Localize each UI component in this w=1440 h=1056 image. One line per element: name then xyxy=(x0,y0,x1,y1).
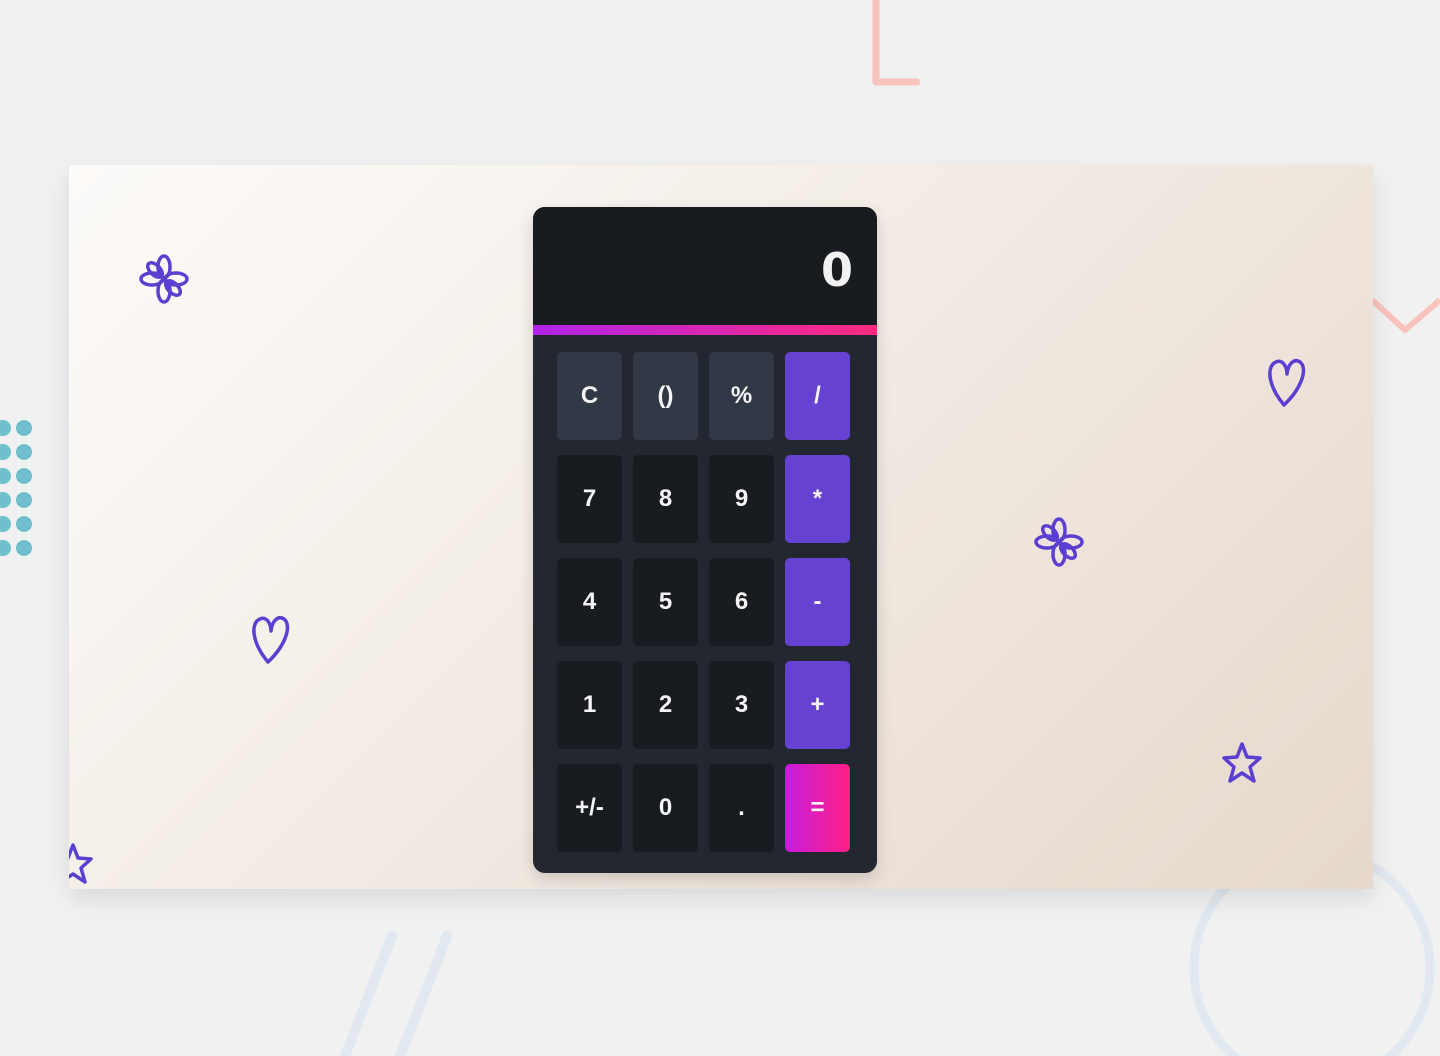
pale-slash-lines xyxy=(340,931,452,1056)
keypad: C()%/ 7 8 9 * 4 5 6- 1 2 3 + +/- 0. = xyxy=(557,352,850,852)
key-divide-button[interactable]: / xyxy=(785,352,850,440)
key-7-button[interactable]: 7 xyxy=(557,455,622,543)
key-0-button[interactable]: 0 xyxy=(633,764,698,852)
star-icon xyxy=(1222,742,1262,783)
display-accent-bar xyxy=(533,325,877,335)
heart-icon xyxy=(1268,359,1306,407)
key-1-button[interactable]: 1 xyxy=(557,661,622,749)
key-percent-button[interactable]: % xyxy=(709,352,774,440)
key-decimal-button[interactable]: . xyxy=(709,764,774,852)
teal-dot-grid xyxy=(0,420,32,556)
calculator-display: 0 xyxy=(533,207,877,325)
key-subtract-button[interactable]: - xyxy=(785,558,850,646)
key-6-button[interactable]: 6 xyxy=(709,558,774,646)
key-4-button[interactable]: 4 xyxy=(557,558,622,646)
flower-icon xyxy=(1034,517,1084,567)
key-add-button[interactable]: + xyxy=(785,661,850,749)
key-3-button[interactable]: 3 xyxy=(709,661,774,749)
key-equals-button[interactable]: = xyxy=(785,764,850,852)
key-clear-button[interactable]: C xyxy=(557,352,622,440)
key-5-button[interactable]: 5 xyxy=(633,558,698,646)
coral-chevron-shape xyxy=(1369,297,1440,333)
key-8-button[interactable]: 8 xyxy=(633,455,698,543)
coral-corner-shape xyxy=(872,0,921,86)
key-negate-button[interactable]: +/- xyxy=(557,764,622,852)
key-2-button[interactable]: 2 xyxy=(633,661,698,749)
calculator: 0 C()%/7 8 9 * 4 5 6-1 2 3 + +/- 0. = xyxy=(533,207,877,873)
star-icon xyxy=(69,843,93,884)
key-multiply-button[interactable]: * xyxy=(785,455,850,543)
heart-icon xyxy=(252,616,290,664)
key-9-button[interactable]: 9 xyxy=(709,455,774,543)
flower-icon xyxy=(139,254,189,304)
key-parentheses-button[interactable]: () xyxy=(633,352,698,440)
display-value: 0 xyxy=(820,243,853,297)
